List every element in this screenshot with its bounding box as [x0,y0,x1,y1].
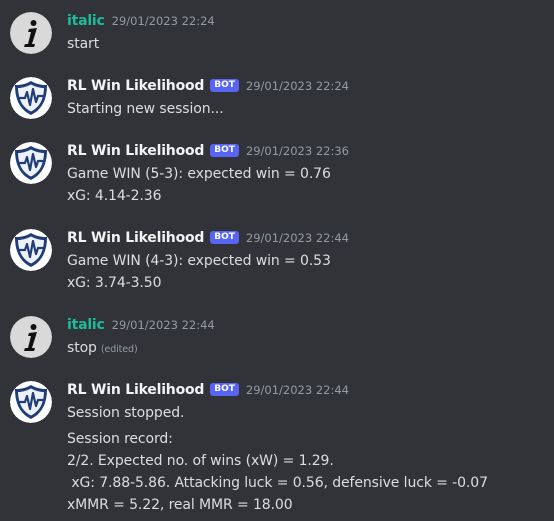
chat-message: RL Win Likelihood BOT 29/01/2023 22:24 S… [0,65,554,125]
timestamp: 29/01/2023 22:36 [245,144,349,158]
message-text: Session stopped. [67,405,185,421]
message-text: xG: 7.88-5.86. Attacking luck = 0.56, de… [67,475,488,491]
bot-badge: BOT [210,230,239,244]
message-body: stop [67,340,97,356]
timestamp: 29/01/2023 22:24 [245,79,349,93]
timestamp: 29/01/2023 22:44 [245,383,349,397]
chat-message: RL Win Likelihood BOT 29/01/2023 22:44 G… [0,217,554,299]
bot-badge: BOT [210,78,239,92]
message-text: Game WIN (5-3): expected win = 0.76 [67,166,331,182]
chat-message: italic 29/01/2023 22:24 start [0,0,554,60]
message-text: xG: 4.14-2.36 [67,188,162,204]
message-text: xG: 3.74-3.50 [67,275,162,291]
message-text: Session record: [67,431,173,447]
chat-message: RL Win Likelihood BOT 29/01/2023 22:36 G… [0,130,554,212]
timestamp: 29/01/2023 22:44 [245,231,349,245]
timestamp: 29/01/2023 22:44 [111,318,215,332]
message-text: stop (edited) [67,337,138,359]
username[interactable]: RL Win Likelihood [67,78,204,94]
username[interactable]: RL Win Likelihood [67,382,204,398]
username[interactable]: italic [67,13,105,29]
message-text: start [67,36,100,52]
timestamp: 29/01/2023 22:24 [111,14,215,28]
message-text: xMMR = 5.22, real MMR = 18.00 [67,497,293,513]
shield-heartbeat-avatar-icon[interactable] [10,77,52,119]
italic-i-avatar-icon[interactable] [10,12,52,54]
username[interactable]: RL Win Likelihood [67,230,204,246]
username[interactable]: RL Win Likelihood [67,143,204,159]
bot-badge: BOT [210,382,239,396]
bot-badge: BOT [210,143,239,157]
italic-i-avatar-icon[interactable] [10,316,52,358]
message-text: Starting new session... [67,101,224,117]
message-text: Game WIN (4-3): expected win = 0.53 [67,253,331,269]
edited-label: (edited) [100,344,138,355]
shield-heartbeat-avatar-icon[interactable] [10,229,52,271]
chat-message: italic 29/01/2023 22:44 stop (edited) [0,304,554,364]
chat-message: RL Win Likelihood BOT 29/01/2023 22:44 S… [0,369,554,521]
shield-heartbeat-avatar-icon[interactable] [10,142,52,184]
message-text: 2/2. Expected no. of wins (xW) = 1.29. [67,453,334,469]
shield-heartbeat-avatar-icon[interactable] [10,381,52,423]
username[interactable]: italic [67,317,105,333]
